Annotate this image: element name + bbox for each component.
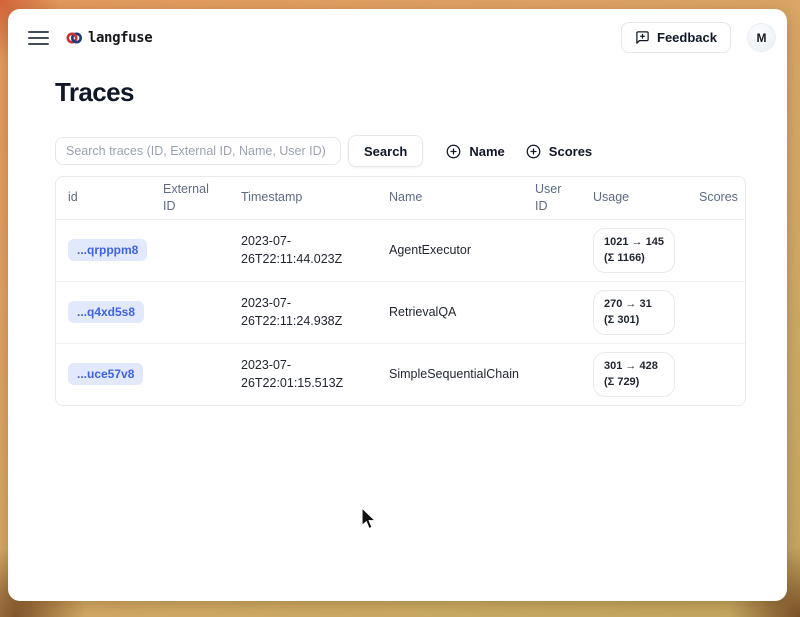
langfuse-knot-icon	[66, 30, 82, 46]
table-header: id External ID Timestamp Name User ID Us…	[56, 177, 746, 219]
user-id-cell	[523, 281, 581, 343]
timestamp-cell: 2023-07-26T22:11:44.023Z	[241, 232, 363, 270]
traces-table: id External ID Timestamp Name User ID Us…	[55, 176, 746, 406]
column-header-name: Name	[377, 177, 523, 219]
trace-id-link[interactable]: ...qrpppm8	[68, 239, 147, 261]
table-row[interactable]: ...qrpppm8 2023-07-26T22:11:44.023Z Agen…	[56, 219, 746, 281]
name-filter-button[interactable]: Name	[438, 138, 512, 165]
scores-cell	[687, 281, 746, 343]
scores-cell	[687, 343, 746, 405]
timestamp-cell: 2023-07-26T22:01:15.513Z	[241, 356, 363, 394]
scores-cell	[687, 219, 746, 281]
name-cell: RetrievalQA	[377, 281, 523, 343]
app-window: langfuse Feedback M Traces Search	[8, 9, 787, 601]
avatar[interactable]: M	[748, 24, 775, 51]
feedback-button[interactable]: Feedback	[621, 22, 731, 53]
search-button[interactable]: Search	[348, 135, 423, 167]
main-content: Traces Search Name Scores	[8, 77, 787, 406]
usage-badge: 301 → 428 (Σ 729)	[593, 352, 675, 397]
circle-plus-icon	[526, 144, 541, 159]
message-square-plus-icon	[635, 30, 650, 45]
trace-id-link[interactable]: ...q4xd5s8	[68, 301, 144, 323]
external-id-cell	[151, 343, 229, 405]
circle-plus-icon	[446, 144, 461, 159]
column-header-id: id	[56, 177, 151, 219]
name-cell: SimpleSequentialChain	[377, 343, 523, 405]
topbar-right: Feedback M	[621, 22, 775, 53]
hamburger-menu-icon[interactable]	[28, 30, 49, 46]
column-header-timestamp: Timestamp	[229, 177, 377, 219]
langfuse-logo[interactable]: langfuse	[66, 30, 152, 46]
filter-row: Search Name Scores	[55, 135, 746, 167]
feedback-label: Feedback	[657, 30, 717, 45]
avatar-initial: M	[757, 31, 767, 45]
topbar-left: langfuse	[28, 30, 152, 46]
external-id-cell	[151, 281, 229, 343]
column-header-scores: Scores	[687, 177, 746, 219]
usage-badge: 1021 → 145 (Σ 1166)	[593, 228, 675, 273]
timestamp-cell: 2023-07-26T22:11:24.938Z	[241, 294, 363, 332]
table-row[interactable]: ...uce57v8 2023-07-26T22:01:15.513Z Simp…	[56, 343, 746, 405]
column-header-external-id: External ID	[151, 177, 229, 219]
scores-filter-button[interactable]: Scores	[518, 138, 600, 165]
usage-badge: 270 → 31 (Σ 301)	[593, 290, 675, 335]
trace-id-link[interactable]: ...uce57v8	[68, 363, 143, 385]
user-id-cell	[523, 219, 581, 281]
page-title: Traces	[55, 77, 746, 108]
table-row[interactable]: ...q4xd5s8 2023-07-26T22:11:24.938Z Retr…	[56, 281, 746, 343]
scores-filter-label: Scores	[549, 144, 592, 159]
name-cell: AgentExecutor	[377, 219, 523, 281]
column-header-user-id: User ID	[523, 177, 581, 219]
external-id-cell	[151, 219, 229, 281]
user-id-cell	[523, 343, 581, 405]
name-filter-label: Name	[469, 144, 504, 159]
topbar: langfuse Feedback M	[8, 9, 787, 53]
search-input[interactable]	[55, 137, 341, 165]
column-header-usage: Usage	[581, 177, 687, 219]
logo-text: langfuse	[88, 30, 152, 46]
